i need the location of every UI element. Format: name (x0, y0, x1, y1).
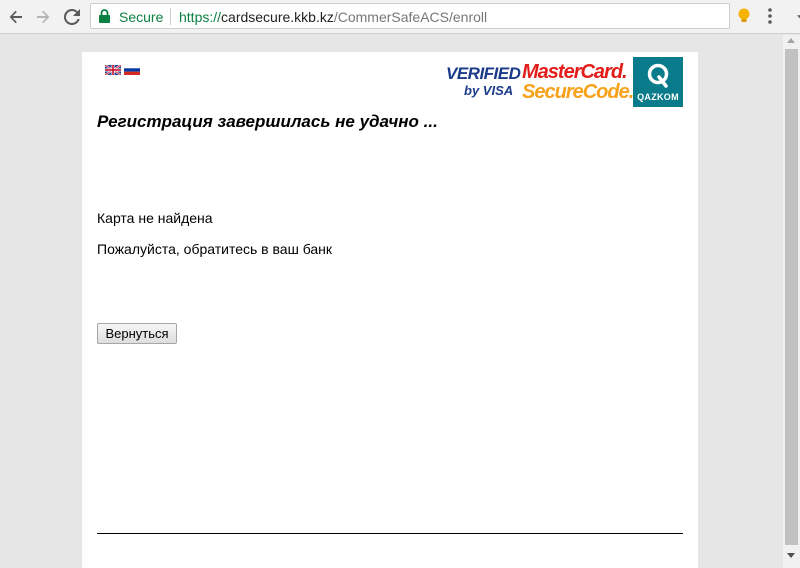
mastercard-logo-bottom: SecureCode. (522, 81, 634, 103)
verified-by-visa-logo: VERIFIED by VISA (446, 62, 521, 102)
back-button[interactable] (4, 5, 28, 29)
qazkom-logo: QAZKOM (633, 57, 683, 107)
visa-logo-top: VERIFIED (446, 64, 521, 83)
scroll-down-arrow-icon[interactable] (787, 553, 795, 558)
page-content: VERIFIED by VISA MasterCard. SecureCode.… (82, 52, 698, 568)
mastercard-securecode-logo: MasterCard. SecureCode. (522, 60, 634, 104)
url-text[interactable]: https://cardsecure.kkb.kz/CommerSafeACS/… (179, 9, 487, 25)
forward-button[interactable] (31, 5, 55, 29)
address-bar[interactable]: Secure https://cardsecure.kkb.kz/CommerS… (90, 3, 800, 29)
error-message: Карта не найдена (97, 210, 213, 226)
address-separator (170, 8, 171, 25)
english-flag-icon[interactable] (105, 65, 121, 75)
arrow-right-icon (37, 10, 50, 24)
qazkom-logo-text: QAZKOM (637, 92, 679, 102)
url-path: /CommerSafeACS/enroll (333, 9, 488, 25)
url-host: cardsecure.kkb.kz (221, 9, 334, 25)
lock-icon (99, 9, 110, 23)
contact-bank-message: Пожалуйста, обратитесь в ваш банк (97, 241, 333, 257)
return-button[interactable]: Вернуться (97, 323, 177, 344)
lightbulb-extension-icon[interactable] (738, 8, 750, 24)
reload-button[interactable] (60, 5, 84, 29)
scroll-up-arrow-icon[interactable] (787, 38, 795, 43)
url-scheme: https:// (179, 9, 222, 25)
arrow-left-icon (9, 10, 22, 24)
page-title: Регистрация завершилась не удачно ... (97, 112, 438, 131)
russian-flag-icon[interactable] (124, 65, 140, 75)
reload-icon (64, 9, 80, 25)
footer-divider (97, 533, 683, 534)
secure-label: Secure (119, 9, 164, 25)
scroll-thumb[interactable] (785, 49, 798, 545)
qazkom-q-icon (647, 63, 669, 88)
scrollbar[interactable] (783, 35, 800, 568)
visa-logo-bottom: by VISA (464, 83, 514, 98)
browser-toolbar: Secure https://cardsecure.kkb.kz/CommerS… (0, 0, 800, 34)
menu-dots-icon[interactable] (768, 8, 772, 24)
